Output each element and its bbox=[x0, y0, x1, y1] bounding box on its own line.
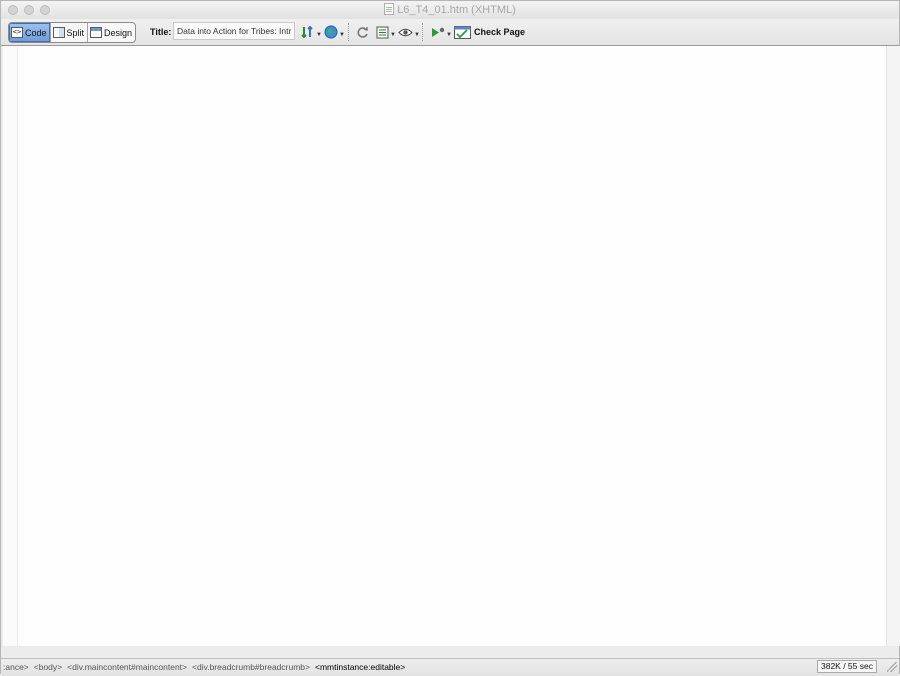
validate-button[interactable]: ▼ bbox=[431, 25, 452, 39]
window-title-wrap: L6_T4_01.htm (XHTML) bbox=[1, 3, 899, 17]
toolbar-separator bbox=[348, 23, 349, 41]
vertical-scrollbar[interactable] bbox=[886, 46, 900, 646]
view-switcher: <> Code Split Design bbox=[8, 22, 137, 43]
design-view-button[interactable]: Design bbox=[88, 23, 135, 42]
check-page-label[interactable]: Check Page bbox=[474, 27, 525, 37]
split-view-label: Split bbox=[66, 27, 85, 38]
view-options-icon bbox=[376, 26, 389, 38]
document-icon bbox=[384, 3, 395, 15]
chevron-down-icon: ▼ bbox=[446, 32, 452, 38]
preview-browser-button[interactable]: ▼ bbox=[324, 25, 345, 39]
check-page-icon bbox=[454, 25, 471, 39]
document-toolbar: <> Code Split Design Title: Data into Ac… bbox=[1, 19, 899, 46]
code-view-label: Code bbox=[25, 27, 47, 38]
validate-icon bbox=[432, 27, 445, 37]
split-view-button[interactable]: Split bbox=[51, 23, 89, 42]
check-page-button[interactable] bbox=[454, 25, 471, 39]
design-view-icon bbox=[90, 27, 103, 38]
tag-selector: :ance> <body> <div.maincontent#mainconte… bbox=[3, 662, 410, 672]
line-number-gutter bbox=[3, 46, 18, 646]
tag-selector-item[interactable]: <div.maincontent#maincontent> bbox=[67, 662, 187, 672]
status-bar: :ance> <body> <div.maincontent#mainconte… bbox=[1, 658, 899, 676]
refresh-button[interactable] bbox=[356, 25, 369, 39]
refresh-icon bbox=[357, 26, 368, 38]
code-editor[interactable] bbox=[3, 46, 887, 646]
split-view-icon bbox=[52, 27, 65, 38]
visual-aids-icon bbox=[398, 28, 413, 36]
tag-selector-current[interactable]: <mmtinstance:editable> bbox=[315, 662, 405, 672]
code-view-icon: <> bbox=[11, 27, 23, 38]
file-management-button[interactable]: ▼ bbox=[301, 25, 322, 39]
download-size-time: 382K / 55 sec bbox=[817, 660, 877, 673]
resize-grip-icon[interactable] bbox=[887, 662, 897, 672]
chevron-down-icon: ▼ bbox=[339, 32, 345, 38]
chevron-down-icon: ▼ bbox=[414, 32, 420, 38]
tag-selector-item[interactable]: <body> bbox=[34, 662, 62, 672]
chevron-down-icon: ▼ bbox=[390, 32, 396, 38]
tag-selector-item[interactable]: :ance> bbox=[3, 662, 29, 672]
file-management-icon bbox=[301, 25, 313, 39]
page-title-label: Title: bbox=[150, 27, 172, 37]
toolbar-separator bbox=[422, 23, 423, 41]
code-view-button[interactable]: <> Code bbox=[9, 23, 51, 42]
document-window: L6_T4_01.htm (XHTML) <> Code Split Desig… bbox=[0, 0, 900, 676]
visual-aids-button[interactable]: ▼ bbox=[398, 25, 420, 39]
page-title-input[interactable]: Data into Action for Tribes: Intr bbox=[173, 22, 295, 40]
view-options-button[interactable]: ▼ bbox=[376, 25, 396, 39]
design-view-label: Design bbox=[104, 27, 133, 38]
globe-icon bbox=[324, 25, 338, 39]
tag-selector-item[interactable]: <div.breadcrumb#breadcrumb> bbox=[192, 662, 310, 672]
window-title: L6_T4_01.htm (XHTML) bbox=[397, 4, 516, 16]
title-bar[interactable]: L6_T4_01.htm (XHTML) bbox=[1, 1, 899, 20]
chevron-down-icon: ▼ bbox=[316, 32, 322, 38]
